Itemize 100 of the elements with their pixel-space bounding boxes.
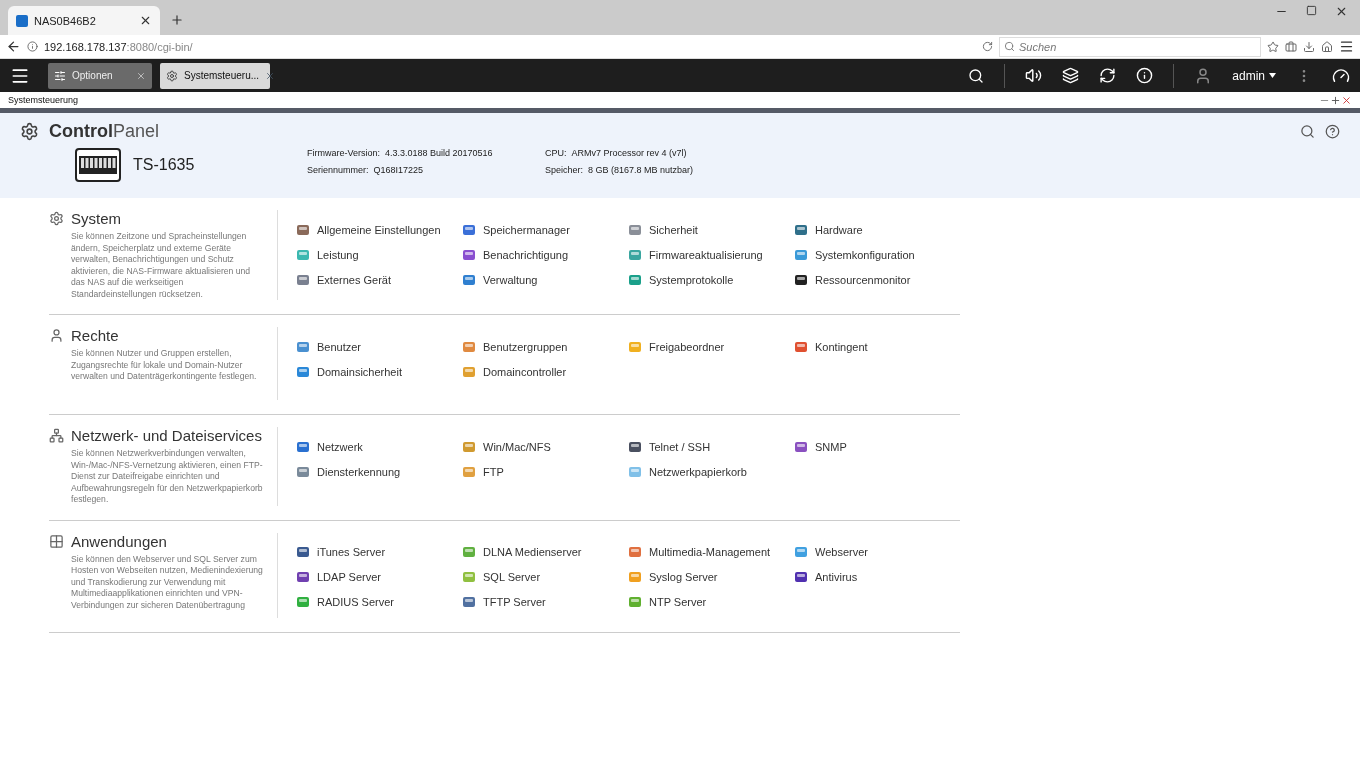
app-icon (628, 464, 642, 479)
address-field[interactable]: 192.168.178.137:8080/cgi-bin/ (27, 40, 976, 53)
settings-link[interactable]: FTP (462, 459, 628, 484)
search-field[interactable]: Suchen (999, 36, 1261, 57)
settings-link[interactable]: Ressourcenmonitor (794, 267, 960, 292)
section-icon (49, 428, 64, 443)
gear-icon (166, 69, 178, 82)
settings-link[interactable]: DLNA Medienserver (462, 539, 628, 565)
reload-icon[interactable] (982, 41, 993, 52)
app-icon (794, 439, 808, 454)
app-icon (628, 545, 642, 559)
app-icon (296, 222, 310, 237)
app-title: ControlPanel (49, 121, 161, 142)
app-icon (628, 595, 642, 609)
settings-link[interactable]: NTP Server (628, 589, 794, 615)
section-description: Sie können den Webserver und SQL Server zum Hosten von Webseiten nutzen, Medienindexierung und Transkodierung zur Verwendung mit Multimediaapplikationen einrichten und VPN-Verbindungen zur sicheren Datenübertragung (71, 553, 264, 611)
stack-icon[interactable] (1062, 67, 1080, 84)
app-tab[interactable]: Systemsteueru... (160, 62, 270, 89)
settings-link[interactable]: Domainsicherheit (296, 359, 462, 384)
settings-link[interactable]: Telnet / SSH (628, 434, 794, 459)
back-icon[interactable] (6, 39, 21, 54)
home-icon[interactable] (1321, 40, 1333, 53)
settings-link[interactable]: Domaincontroller (462, 359, 628, 384)
speaker-icon[interactable] (1025, 67, 1043, 84)
window-title: Systemsteuerung (8, 95, 80, 105)
info-line: Seriennummer: Q168I17225 (307, 165, 425, 177)
section-title: Anwendungen (71, 532, 167, 550)
settings-link[interactable]: Netzwerkpapierkorb (628, 459, 794, 484)
app-icon (296, 545, 310, 559)
user-menu[interactable]: admin (1232, 68, 1276, 83)
sliders-icon (54, 69, 66, 82)
maximize-icon[interactable] (1330, 94, 1341, 106)
download-icon[interactable] (1303, 40, 1315, 53)
maximize-icon[interactable] (1306, 5, 1317, 18)
settings-link[interactable]: Sicherheit (628, 217, 794, 242)
section-title: Rechte (71, 327, 119, 344)
app-icon (296, 364, 310, 379)
caret-icon (1269, 73, 1276, 78)
briefcase-icon[interactable] (1285, 40, 1297, 53)
favicon-icon (16, 14, 28, 27)
help-icon[interactable] (1325, 124, 1340, 139)
app-tab[interactable]: Optionen (48, 62, 152, 89)
section-icon (49, 328, 64, 343)
settings-link[interactable]: Verwaltung (462, 267, 628, 292)
app-icon (462, 595, 476, 609)
gauge-icon[interactable] (1332, 66, 1350, 85)
app-icon (628, 570, 642, 584)
settings-link[interactable]: Freigabeordner (628, 334, 794, 359)
settings-link[interactable]: Leistung (296, 242, 462, 267)
settings-link[interactable]: Webserver (794, 539, 960, 565)
section-title: System (71, 210, 121, 227)
new-tab-icon[interactable] (170, 13, 184, 27)
settings-link[interactable]: TFTP Server (462, 589, 628, 615)
app-icon (296, 247, 310, 262)
settings-link[interactable]: Firmwareaktualisierung (628, 242, 794, 267)
info-line: CPU: ARMv7 Processor rev 4 (v7l) (545, 148, 688, 160)
app-icon (628, 247, 642, 262)
search-icon[interactable] (1300, 124, 1315, 139)
settings-link[interactable]: Antivirus (794, 564, 960, 590)
settings-link[interactable]: Externes Gerät (296, 267, 462, 292)
settings-link[interactable]: Speichermanager (462, 217, 628, 242)
settings-link[interactable]: Hardware (794, 217, 960, 242)
nas-device-icon (75, 148, 121, 182)
settings-link[interactable]: LDAP Server (296, 564, 462, 590)
app-icon (296, 464, 310, 479)
settings-link[interactable]: RADIUS Server (296, 589, 462, 615)
settings-link[interactable]: Benachrichtigung (462, 242, 628, 267)
section-description: Sie können Nutzer und Gruppen erstellen, Zugangsrechte für lokale und Domain-Nutzer verwalten und Datenträgerkontingente festlegen. (71, 348, 258, 383)
settings-link[interactable]: Multimedia-Management (628, 539, 794, 565)
settings-link[interactable]: Syslog Server (628, 564, 794, 590)
search-icon[interactable] (968, 67, 985, 84)
app-icon (628, 272, 642, 287)
section-icon (49, 533, 64, 549)
sync-icon[interactable] (1099, 67, 1117, 84)
settings-link[interactable]: Diensterkennung (296, 459, 462, 484)
settings-link[interactable]: Benutzergruppen (462, 334, 628, 359)
settings-link[interactable]: Allgemeine Einstellungen (296, 217, 462, 242)
close-icon[interactable] (139, 14, 152, 27)
app-icon (296, 570, 310, 584)
settings-link[interactable]: Netzwerk (296, 434, 462, 459)
section-description: Sie können Zeitzone und Spracheinstellungen ändern, Speicherplatz und externe Geräte verwalten, Benachrichtigungen und Schutz aktivieren, die NAS-Firmware aktualisieren und das NAS auf die werkseitigen Standardeinstellungen rücksetzen. (71, 231, 252, 300)
close-icon[interactable] (1335, 5, 1348, 18)
menu-icon[interactable] (1339, 39, 1354, 54)
settings-link[interactable]: SQL Server (462, 564, 628, 590)
section-description: Sie können Netzwerkverbindungen verwalten, Win-/Mac-/NFS-Vernetzung aktivieren, einen FTP-Dienst zur Dateifreigabe einrichten und Aufbewahrungsregeln für den Netzwerkpapierkorb festlegen. (71, 448, 264, 506)
star-icon[interactable] (1267, 40, 1279, 53)
settings-link[interactable]: Kontingent (794, 334, 960, 359)
section-icon (49, 211, 64, 226)
close-icon[interactable] (265, 70, 276, 81)
browser-tab[interactable]: NAS0B46B2 (8, 6, 160, 35)
app-icon (462, 222, 476, 237)
settings-link[interactable]: Systemkonfiguration (794, 242, 960, 267)
app-icon (462, 439, 476, 454)
settings-link[interactable]: Benutzer (296, 334, 462, 359)
app-icon (794, 247, 808, 262)
settings-link[interactable]: Win/Mac/NFS (462, 434, 628, 459)
settings-link[interactable]: SNMP (794, 434, 960, 459)
search-icon (1004, 41, 1015, 52)
settings-link[interactable]: iTunes Server (296, 539, 462, 565)
settings-link[interactable]: Systemprotokolle (628, 267, 794, 292)
